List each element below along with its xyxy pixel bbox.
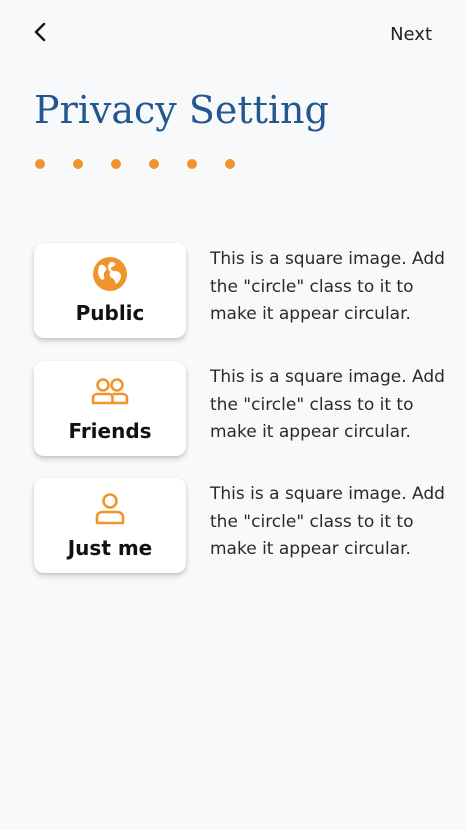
friends-option-label: Friends — [68, 419, 152, 443]
progress-dot — [149, 159, 159, 169]
just-me-option-description: This is a square image. Add the "circle"… — [210, 484, 445, 559]
progress-dot — [225, 159, 235, 169]
privacy-option-friends: Friends This is a square image. Add the … — [34, 361, 445, 456]
progress-dot — [187, 159, 197, 169]
back-button[interactable] — [28, 20, 52, 48]
page-title: Privacy Setting — [34, 88, 329, 132]
progress-dot — [35, 159, 45, 169]
next-button[interactable]: Next — [390, 24, 432, 45]
progress-dot — [111, 159, 121, 169]
just-me-option-label: Just me — [67, 536, 153, 560]
top-bar: Next — [0, 0, 466, 70]
privacy-option-public: Public This is a square image. Add the "… — [34, 243, 445, 338]
friends-option-card[interactable]: Friends — [34, 361, 186, 456]
public-option-label: Public — [75, 301, 145, 325]
progress-dots — [35, 159, 235, 169]
public-option-description: This is a square image. Add the "circle"… — [210, 249, 445, 324]
just-me-option-card[interactable]: Just me — [34, 478, 186, 573]
people-icon — [90, 373, 130, 411]
progress-dot — [73, 159, 83, 169]
privacy-option-just-me: Just me This is a square image. Add the … — [34, 478, 445, 573]
chevron-left-icon — [33, 21, 47, 47]
friends-option-description: This is a square image. Add the "circle"… — [210, 367, 445, 442]
public-option-card[interactable]: Public — [34, 243, 186, 338]
person-icon — [90, 490, 130, 528]
globe-icon — [90, 255, 130, 293]
